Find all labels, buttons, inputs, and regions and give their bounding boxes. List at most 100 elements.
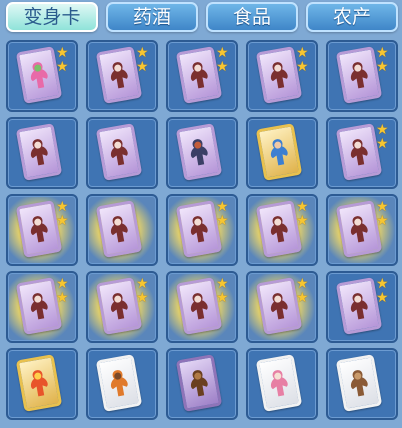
armored-warrior-icon (190, 139, 208, 166)
inventory-slot[interactable]: ★ ★ (246, 40, 318, 112)
inventory-slot[interactable]: ★ ★ (326, 271, 398, 343)
tab-farm-produce[interactable]: 农产 (306, 2, 398, 32)
inventory-slot[interactable] (166, 348, 238, 420)
star-rating: ★ ★ (216, 277, 232, 305)
star-icon: ★ (376, 122, 389, 138)
tab-food[interactable]: 食品 (206, 2, 298, 32)
star-rating: ★ ★ (376, 277, 392, 305)
star-icon: ★ (296, 276, 309, 292)
inventory-slot[interactable] (246, 117, 318, 189)
transform-card (175, 123, 223, 181)
transform-card (95, 354, 143, 412)
star-icon: ★ (296, 213, 309, 229)
winged-girl-icon (190, 216, 208, 243)
brown-ape-icon (190, 370, 208, 397)
star-icon: ★ (216, 276, 229, 292)
brown-bear-icon (350, 370, 368, 397)
star-rating: ★ ★ (296, 46, 312, 74)
inventory-slot[interactable]: ★ ★ (166, 40, 238, 112)
star-icon: ★ (216, 45, 229, 61)
inventory-slot[interactable]: ★ ★ (6, 194, 78, 266)
star-icon: ★ (296, 290, 309, 306)
winged-girl-icon (110, 293, 128, 320)
star-icon: ★ (376, 290, 389, 306)
inventory-slot[interactable]: ★ ★ (6, 271, 78, 343)
winged-girl-icon (30, 216, 48, 243)
transform-card (15, 123, 63, 181)
inventory-slot[interactable] (166, 117, 238, 189)
star-icon: ★ (136, 59, 149, 75)
inventory-slot[interactable] (326, 348, 398, 420)
star-rating: ★ ★ (376, 123, 392, 151)
inventory-slot[interactable]: ★ ★ (246, 271, 318, 343)
star-rating: ★ ★ (296, 200, 312, 228)
star-icon: ★ (56, 45, 69, 61)
winged-girl-icon (30, 139, 48, 166)
winged-girl-icon (110, 62, 128, 89)
tab-medicinal-wine[interactable]: 药酒 (106, 2, 198, 32)
star-icon: ★ (56, 59, 69, 75)
pink-flower-creature-icon (30, 62, 48, 89)
winged-girl-icon (110, 139, 128, 166)
inventory-slot[interactable]: ★ ★ (86, 271, 158, 343)
star-rating: ★ ★ (376, 200, 392, 228)
star-icon: ★ (376, 199, 389, 215)
star-icon: ★ (56, 213, 69, 229)
star-icon: ★ (296, 59, 309, 75)
transform-card (95, 200, 143, 258)
inventory-slot[interactable]: ★ ★ (166, 194, 238, 266)
inventory-slot[interactable]: ★ ★ (86, 40, 158, 112)
inventory-slot[interactable]: ★ ★ (326, 194, 398, 266)
winged-girl-icon (350, 216, 368, 243)
star-rating: ★ ★ (376, 46, 392, 74)
star-rating: ★ ★ (216, 200, 232, 228)
inventory-slot[interactable]: ★ ★ (326, 117, 398, 189)
inventory-slot[interactable]: ★ ★ (326, 40, 398, 112)
inventory-slot[interactable] (86, 117, 158, 189)
inventory-slot[interactable] (6, 117, 78, 189)
star-icon: ★ (136, 45, 149, 61)
tab-transform-card[interactable]: 变身卡 (6, 2, 98, 32)
star-icon: ★ (216, 199, 229, 215)
transform-card (15, 354, 63, 412)
star-rating: ★ ★ (56, 46, 72, 74)
star-rating: ★ ★ (56, 277, 72, 305)
winged-girl-icon (30, 293, 48, 320)
inventory-slot[interactable]: ★ ★ (6, 40, 78, 112)
inventory-slot[interactable] (246, 348, 318, 420)
star-icon: ★ (376, 136, 389, 152)
winged-girl-icon (270, 216, 288, 243)
pink-haired-girl-icon (270, 370, 288, 397)
star-icon: ★ (296, 45, 309, 61)
inventory-slot[interactable] (86, 348, 158, 420)
star-rating: ★ ★ (136, 46, 152, 74)
winged-girl-icon (190, 62, 208, 89)
blue-haired-hero-icon (270, 139, 288, 166)
star-icon: ★ (376, 213, 389, 229)
transform-card (175, 354, 223, 412)
inventory-slot[interactable] (6, 348, 78, 420)
star-icon: ★ (56, 199, 69, 215)
category-tabs: 变身卡 药酒 食品 农产 (6, 2, 398, 34)
star-icon: ★ (296, 199, 309, 215)
winged-girl-icon (350, 139, 368, 166)
winged-girl-icon (270, 293, 288, 320)
transform-card (255, 123, 303, 181)
inventory-slot[interactable]: ★ ★ (166, 271, 238, 343)
star-rating: ★ ★ (136, 277, 152, 305)
transform-card (335, 354, 383, 412)
star-icon: ★ (376, 59, 389, 75)
star-icon: ★ (376, 45, 389, 61)
star-icon: ★ (216, 213, 229, 229)
fire-fox-icon (30, 370, 48, 397)
star-icon: ★ (56, 290, 69, 306)
winged-girl-icon (190, 293, 208, 320)
inventory-grid: ★ ★ ★ ★ ★ ★ ★ ★ ★ ★ ★ ★ ★ ★ ★ ★ ★ ★ ★ ★ ★ ★ ★ ★ ★ ★ ★ ★ ★ ★ (6, 40, 398, 428)
star-icon: ★ (136, 290, 149, 306)
inventory-slot[interactable] (86, 194, 158, 266)
winged-girl-icon (270, 62, 288, 89)
inventory-slot[interactable]: ★ ★ (246, 194, 318, 266)
star-icon: ★ (216, 59, 229, 75)
transform-card (95, 123, 143, 181)
winged-girl-icon (350, 62, 368, 89)
